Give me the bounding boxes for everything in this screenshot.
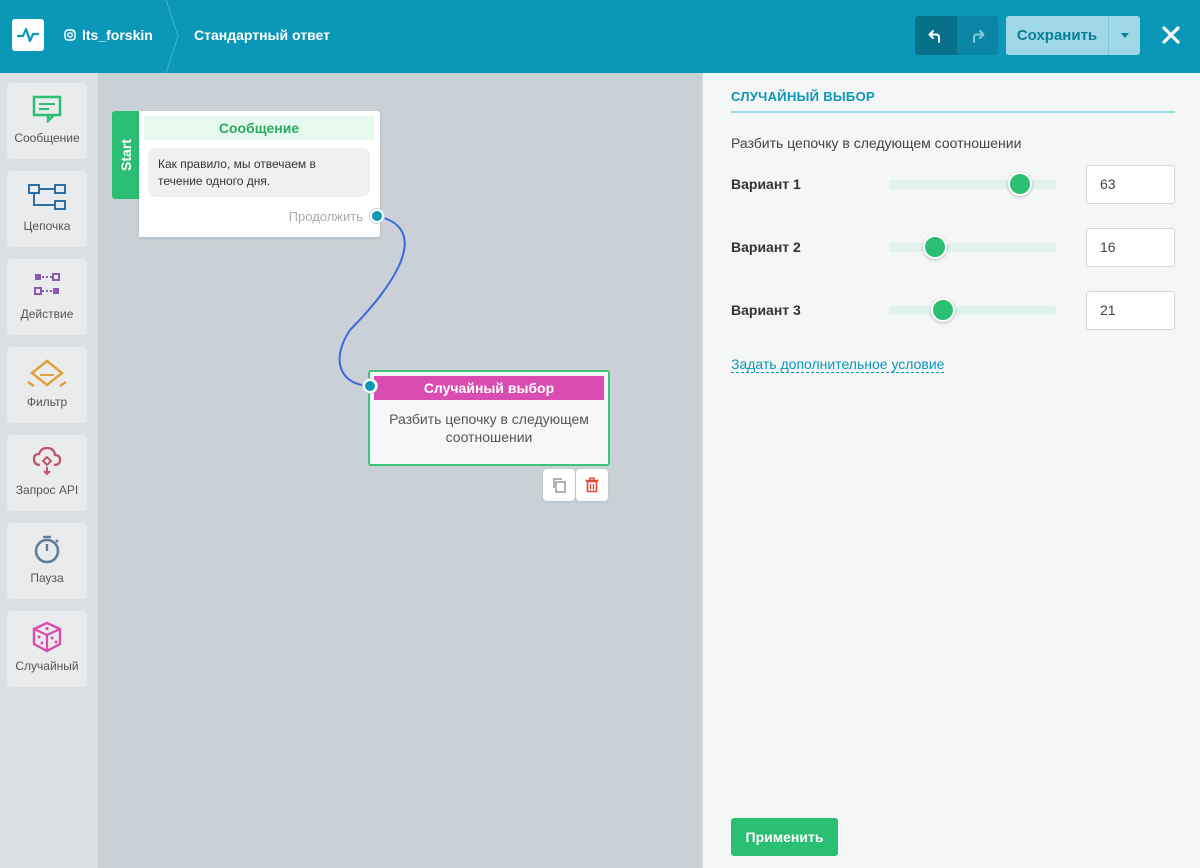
undo-button[interactable] (915, 16, 957, 55)
variant-label: Вариант 2 (731, 239, 801, 255)
random-choice-node[interactable]: Случайный выбор Разбить цепочку в следую… (368, 370, 610, 466)
caret-down-icon (1120, 33, 1129, 38)
variant-slider[interactable] (889, 298, 1056, 322)
add-condition-link[interactable]: Задать дополнительное условие (731, 356, 945, 373)
variant-slider[interactable] (889, 235, 1056, 259)
slider-handle[interactable] (1008, 172, 1033, 196)
variant-label: Вариант 3 (731, 302, 801, 318)
duplicate-node-button[interactable] (543, 469, 575, 501)
output-port[interactable] (370, 209, 384, 223)
random-node-description: Разбить цепочку в следующем соотношении (389, 411, 589, 445)
settings-panel: СЛУЧАЙНЫЙ ВЫБОР Разбить цепочку в следую… (702, 73, 1200, 868)
variant-percent-input[interactable]: 16 (1086, 228, 1175, 267)
apply-button[interactable]: Применить (731, 818, 838, 856)
redo-button[interactable] (956, 16, 998, 55)
message-node[interactable]: Сообщение Как правило, мы отвечаем в теч… (139, 111, 380, 237)
variant-slider[interactable] (889, 172, 1056, 196)
save-button[interactable]: Сохранить (1006, 16, 1108, 55)
save-options-button[interactable] (1108, 16, 1140, 55)
panel-title: СЛУЧАЙНЫЙ ВЫБОР (731, 89, 875, 104)
slider-handle[interactable] (930, 298, 955, 322)
variant-label: Вариант 1 (731, 176, 801, 192)
undo-icon (928, 29, 940, 43)
close-icon (1162, 26, 1180, 44)
slider-handle[interactable] (923, 235, 948, 259)
variant-percent-input[interactable]: 63 (1086, 165, 1175, 204)
redo-icon (973, 29, 985, 43)
message-bubble: Как правило, мы отвечаем в течение одног… (148, 148, 370, 197)
message-node-title: Сообщение (144, 116, 374, 140)
input-port[interactable] (363, 379, 377, 393)
history-controls (915, 16, 998, 55)
panel-title-divider (731, 111, 1175, 113)
panel-description: Разбить цепочку в следующем соотношении (731, 135, 1022, 151)
save-controls: Сохранить (1006, 16, 1140, 55)
trash-icon (585, 477, 599, 493)
start-label: Start (118, 139, 134, 171)
start-marker: Start (112, 111, 140, 199)
variant-percent-input[interactable]: 21 (1086, 291, 1175, 330)
delete-node-button[interactable] (576, 469, 608, 501)
random-node-title: Случайный выбор (374, 376, 604, 400)
close-button[interactable] (1158, 22, 1184, 48)
continue-label: Продолжить (288, 209, 363, 224)
copy-icon (553, 478, 566, 493)
